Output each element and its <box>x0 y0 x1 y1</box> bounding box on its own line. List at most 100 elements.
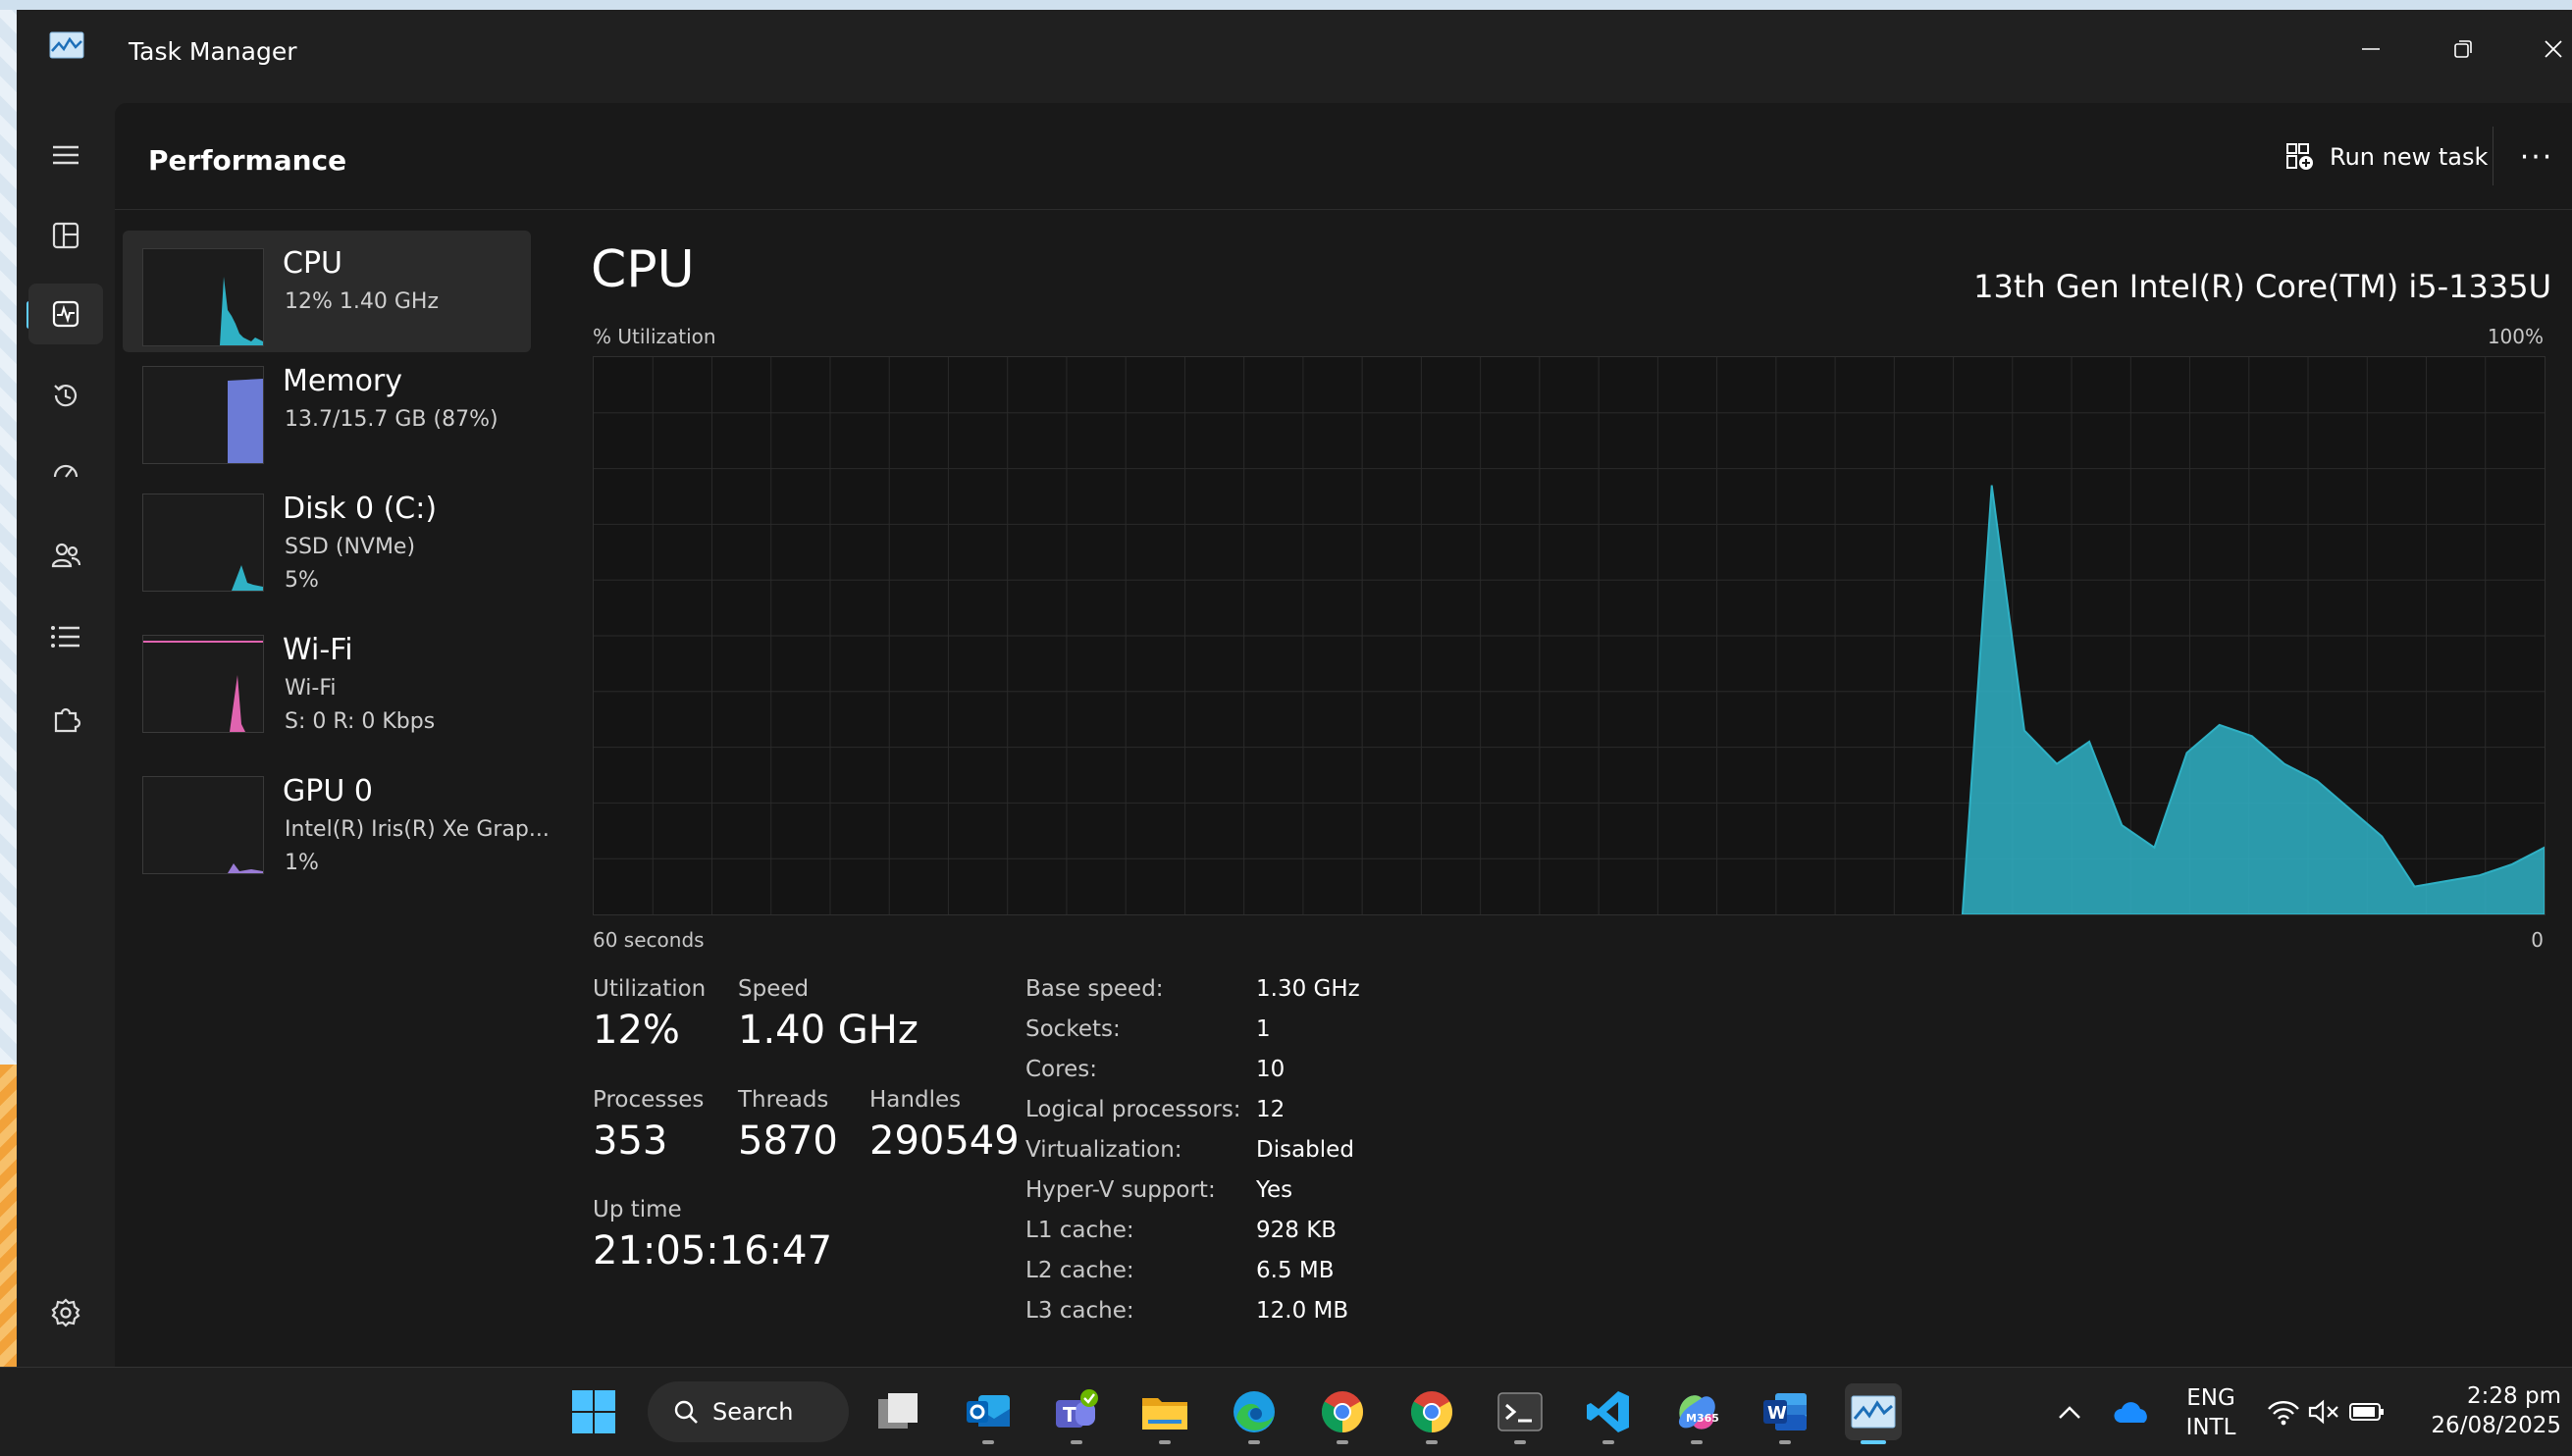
resource-name: Wi-Fi <box>283 633 353 667</box>
close-button[interactable] <box>2524 20 2572 78</box>
restore-button[interactable] <box>2434 20 2493 78</box>
resource-item-wifi[interactable]: Wi-Fi Wi-Fi S: 0 R: 0 Kbps <box>123 629 531 751</box>
taskbar-vscode[interactable] <box>1580 1383 1637 1444</box>
threads-label: Threads <box>738 1087 829 1113</box>
taskbar-teams[interactable]: T <box>1048 1383 1105 1444</box>
processes-label: Processes <box>593 1087 705 1113</box>
details-list-icon <box>51 626 79 648</box>
more-options-icon: ··· <box>2519 139 2554 175</box>
spec-label: Virtualization: <box>1025 1137 1182 1163</box>
taskbar: Search T M365 W ENG INTL 2:28 pm 26/08/2… <box>0 1367 2572 1456</box>
minimize-icon <box>2362 48 2380 50</box>
nav-processes[interactable] <box>28 205 103 266</box>
taskbar-chrome-2[interactable] <box>1403 1383 1460 1444</box>
nav-startup-apps[interactable] <box>28 444 103 505</box>
resource-detail: SSD (NVMe) <box>285 535 416 559</box>
spec-value: 1.30 GHz <box>1256 976 1360 1002</box>
minimize-button[interactable] <box>2341 20 2400 78</box>
taskbar-m365-copilot[interactable]: M365 <box>1668 1383 1725 1444</box>
nav-performance[interactable] <box>28 284 103 344</box>
resource-detail: 5% <box>285 568 319 593</box>
nav-details[interactable] <box>28 606 103 667</box>
taskbar-task-view[interactable] <box>870 1383 927 1440</box>
spec-label: Base speed: <box>1025 976 1164 1002</box>
resource-name: GPU 0 <box>283 774 373 808</box>
spec-label: Sockets: <box>1025 1016 1121 1042</box>
nav-settings[interactable] <box>28 1282 103 1343</box>
hamburger-icon <box>53 145 79 165</box>
running-indicator <box>1337 1440 1348 1444</box>
resource-detail: S: 0 R: 0 Kbps <box>285 709 436 734</box>
resource-name: Disk 0 (C:) <box>283 492 438 526</box>
close-icon <box>2545 40 2562 58</box>
threads-value: 5870 <box>738 1118 838 1164</box>
word-icon: W <box>1763 1393 1807 1430</box>
y-axis-label: % Utilization <box>593 325 716 348</box>
history-icon <box>54 385 78 407</box>
language-code: ENG <box>2186 1385 2235 1411</box>
disk-thumbnail-graph <box>142 494 264 592</box>
nav-users[interactable] <box>28 525 103 586</box>
users-icon <box>51 543 81 568</box>
settings-gear-icon <box>51 1298 80 1327</box>
resource-list: CPU 12% 1.40 GHz Memory 13.7/15.7 GB (87… <box>123 231 550 911</box>
show-hidden-icons-button[interactable] <box>2041 1383 2098 1440</box>
resource-item-gpu[interactable]: GPU 0 Intel(R) Iris(R) Xe Grap... 1% <box>123 770 550 892</box>
handles-value: 290549 <box>869 1118 1020 1164</box>
nav-app-history[interactable] <box>28 365 103 426</box>
startup-icon <box>53 464 79 478</box>
resource-item-memory[interactable]: Memory 13.7/15.7 GB (87%) <box>123 360 531 482</box>
windows-start-icon <box>572 1390 615 1433</box>
memory-thumbnail-graph <box>142 366 264 464</box>
spec-value: 1 <box>1256 1016 1271 1042</box>
taskbar-edge[interactable] <box>1226 1383 1283 1444</box>
file-explorer-icon <box>1142 1398 1187 1430</box>
taskbar-chrome-1[interactable] <box>1314 1383 1371 1444</box>
clock-date: 26/08/2025 <box>2431 1413 2561 1438</box>
spec-label: L3 cache: <box>1025 1298 1134 1324</box>
resource-name: Memory <box>283 364 403 398</box>
chevron-up-icon <box>2059 1406 2080 1419</box>
services-puzzle-icon <box>54 707 81 733</box>
hamburger-menu-button[interactable] <box>28 125 103 185</box>
x-axis-right-label: 0 <box>2531 928 2544 952</box>
uptime-label: Up time <box>593 1197 682 1222</box>
running-indicator <box>1248 1440 1260 1444</box>
onedrive-tray-button[interactable] <box>2104 1383 2161 1440</box>
taskbar-search[interactable]: Search <box>648 1381 849 1442</box>
taskbar-terminal[interactable] <box>1492 1383 1548 1444</box>
taskbar-file-explorer[interactable] <box>1136 1383 1193 1444</box>
run-new-task-button[interactable]: Run new task <box>2269 129 2503 185</box>
start-button[interactable] <box>565 1383 622 1440</box>
quick-settings-button[interactable] <box>2257 1383 2394 1440</box>
running-indicator <box>1426 1440 1438 1444</box>
taskbar-task-manager[interactable] <box>1845 1383 1902 1444</box>
input-language-button[interactable]: ENG INTL <box>2177 1383 2245 1442</box>
active-app-indicator <box>1861 1440 1886 1444</box>
taskbar-outlook[interactable] <box>960 1383 1017 1444</box>
spec-value: Disabled <box>1256 1137 1354 1163</box>
uptime-value: 21:05:16:47 <box>593 1228 833 1274</box>
cpu-utilization-graph <box>593 356 2546 915</box>
cpu-utilization-area <box>1961 485 2545 914</box>
page-title: Performance <box>148 144 347 177</box>
chrome-icon <box>1321 1391 1364 1432</box>
more-options-button[interactable]: ··· <box>2509 129 2564 185</box>
spec-label: Cores: <box>1025 1057 1097 1082</box>
clock-button[interactable]: 2:28 pm 26/08/2025 <box>2414 1381 2561 1440</box>
resource-item-cpu[interactable]: CPU 12% 1.40 GHz <box>123 231 531 352</box>
volume-muted-icon <box>2308 1399 2338 1425</box>
spec-label: Logical processors: <box>1025 1097 1241 1122</box>
running-indicator <box>1691 1440 1703 1444</box>
spec-value: 928 KB <box>1256 1218 1338 1243</box>
svg-text:W: W <box>1767 1403 1787 1424</box>
nav-services[interactable] <box>28 689 103 750</box>
gpu-thumbnail-graph <box>142 776 264 874</box>
task-manager-app-icon <box>49 31 84 59</box>
resource-item-disk[interactable]: Disk 0 (C:) SSD (NVMe) 5% <box>123 488 531 609</box>
vscode-icon <box>1587 1391 1629 1432</box>
title-bar[interactable]: Task Manager <box>17 10 2572 103</box>
spec-value: 12 <box>1256 1097 1286 1122</box>
running-indicator <box>1071 1440 1082 1444</box>
taskbar-word[interactable]: W <box>1757 1383 1813 1444</box>
